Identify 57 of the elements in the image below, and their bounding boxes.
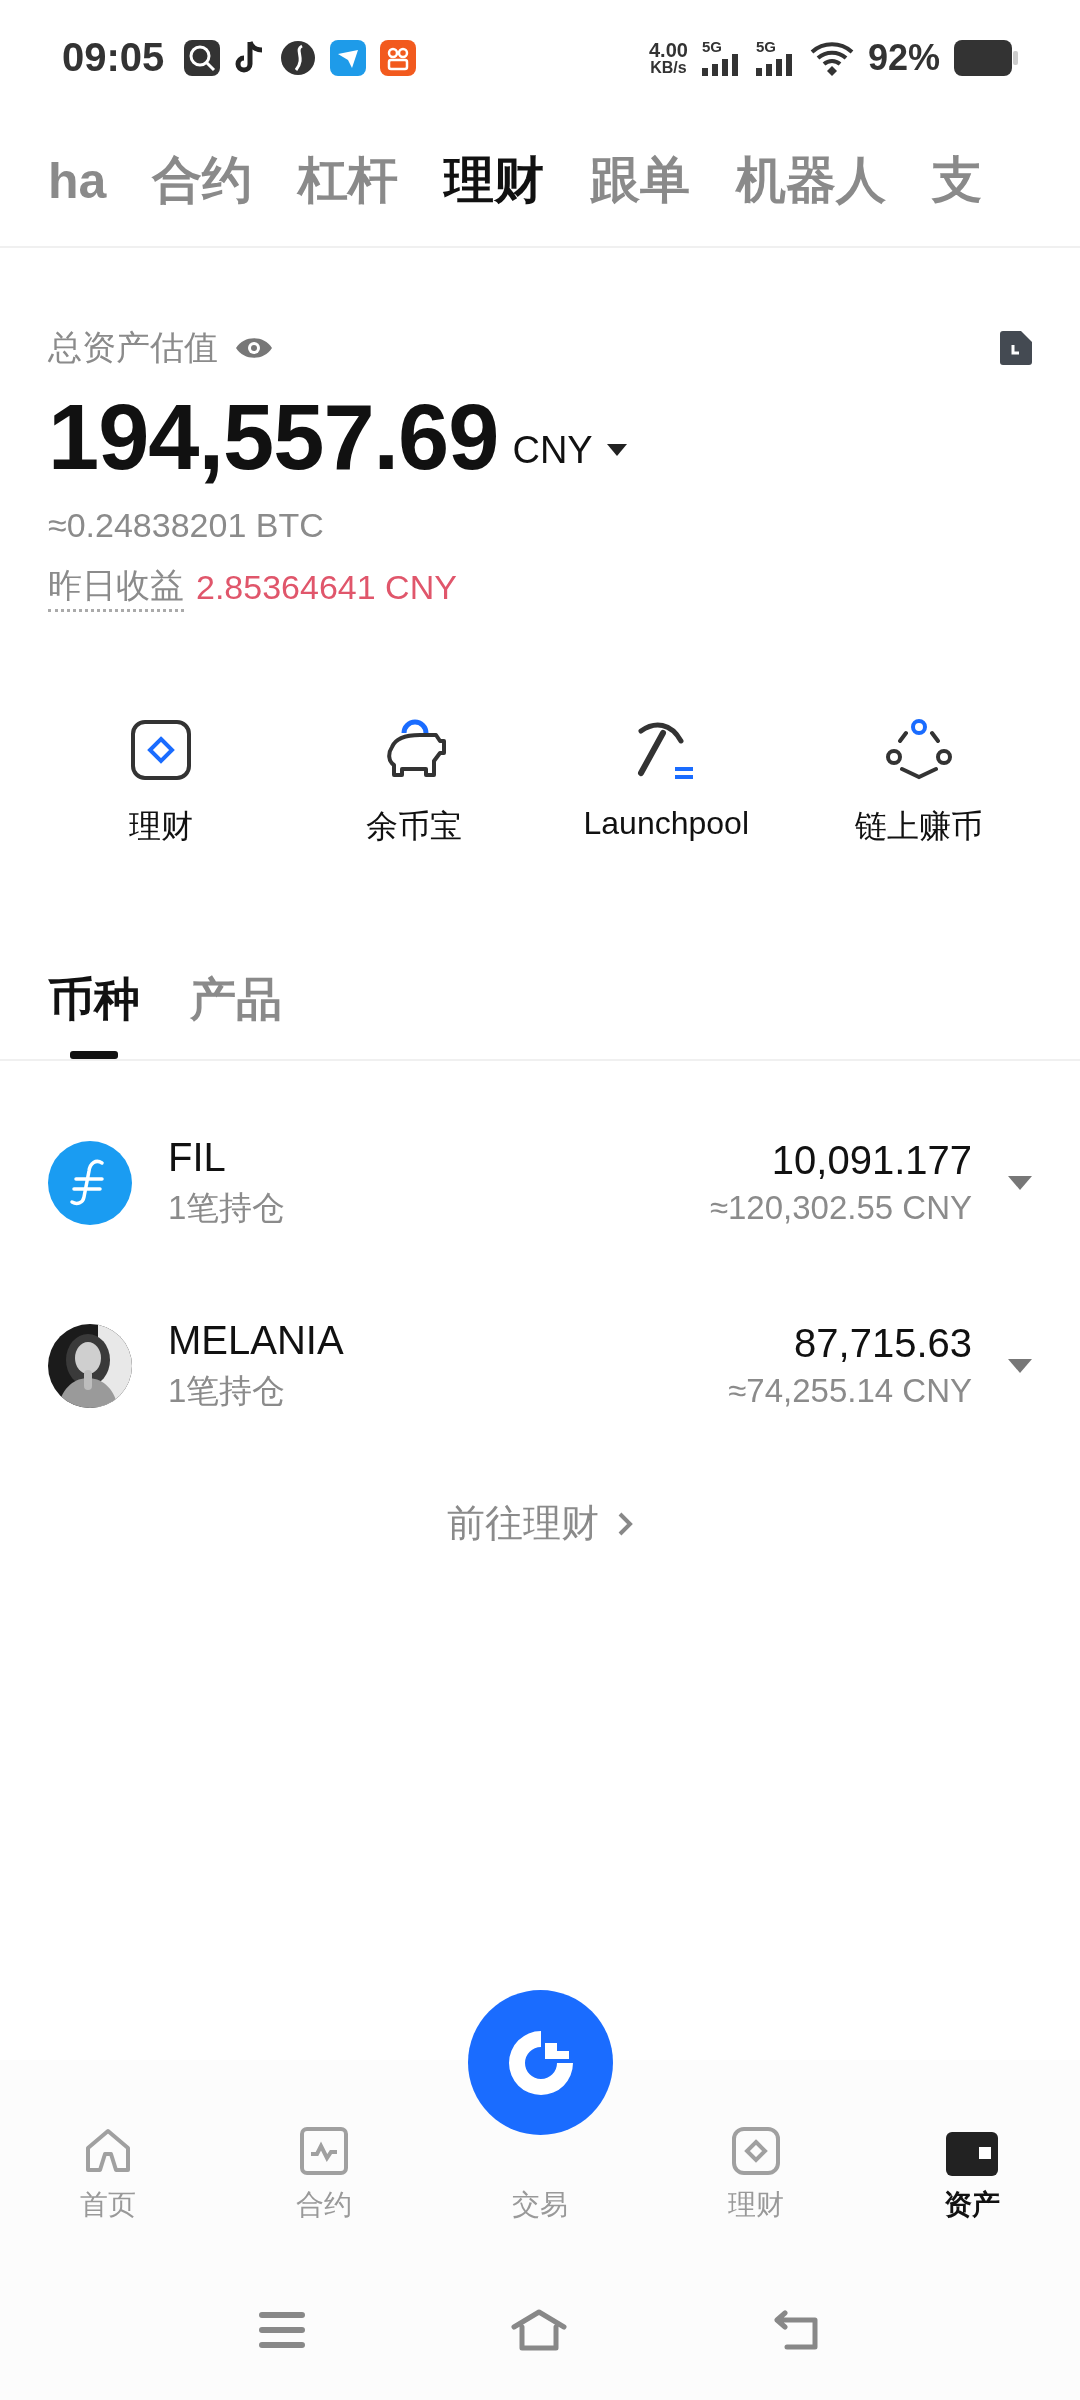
app-icon <box>184 39 221 76</box>
eye-icon[interactable] <box>234 335 274 361</box>
bottom-nav-item[interactable]: 交易 <box>432 2186 648 2224</box>
shortcut-button[interactable]: Launchpool <box>540 717 793 849</box>
coin-amount: 87,715.63 <box>794 1321 972 1366</box>
back-icon[interactable] <box>773 2310 821 2350</box>
shortcut-button[interactable]: 余币宝 <box>287 717 540 849</box>
btc-equivalent: ≈0.24838201 BTC <box>48 506 325 545</box>
bottom-nav-item[interactable]: 合约 <box>216 2060 432 2270</box>
section-tab[interactable]: 产品 <box>190 969 282 1059</box>
wifi-icon <box>809 39 854 76</box>
tab-indicator <box>70 1051 118 1059</box>
app-icon <box>280 39 317 76</box>
app-icon <box>380 39 417 76</box>
coin-value: ≈120,302.55 CNY <box>709 1189 972 1227</box>
coin-name: FIL <box>168 1134 226 1180</box>
status-time: 09:05 <box>62 35 165 80</box>
chevron-right-icon <box>617 1510 633 1537</box>
battery-icon <box>954 39 1018 76</box>
nav-tab[interactable]: 支 <box>932 147 983 214</box>
section-tab[interactable]: 币种 <box>48 969 140 1059</box>
go-to-finance-link[interactable]: 前往理财 <box>441 1497 639 1550</box>
nav-tab[interactable]: 机器人 <box>736 147 887 214</box>
total-assets-value: 194,557.69 <box>48 385 499 490</box>
history-icon[interactable] <box>1000 331 1032 365</box>
nav-tab[interactable]: 跟单 <box>590 147 691 214</box>
app-icon <box>330 39 367 76</box>
position-count: 1笔持仓 <box>168 1187 286 1228</box>
wallet-icon <box>946 2132 998 2176</box>
diamond-card-icon <box>731 2126 781 2176</box>
bottom-nav-item[interactable]: 首页 <box>0 2060 216 2270</box>
shortcut-button[interactable]: 理财 <box>35 717 288 849</box>
caret-icon[interactable] <box>606 443 627 456</box>
coin-icon <box>48 1140 132 1225</box>
shortcut-button[interactable]: 链上赚币 <box>792 717 1045 849</box>
nav-tab[interactable]: 理财 <box>444 147 545 214</box>
menu-icon[interactable] <box>259 2311 305 2349</box>
home-icon[interactable] <box>510 2309 568 2351</box>
coin-value: ≈74,255.14 CNY <box>728 1372 972 1410</box>
chart-card-icon <box>299 2126 349 2176</box>
network-speed: 4.00 <box>649 39 688 60</box>
position-count: 1笔持仓 <box>168 1370 286 1411</box>
bottom-nav-item[interactable]: 理财 <box>648 2060 864 2270</box>
network-speed-unit: KB/s <box>650 59 687 76</box>
network-type: 5G <box>755 39 776 54</box>
nav-tab[interactable]: 杠杆 <box>298 147 399 214</box>
nav-tab[interactable]: ha <box>48 151 107 210</box>
coin-amount: 10,091.177 <box>771 1138 972 1183</box>
nav-tab[interactable]: 合约 <box>152 147 253 214</box>
battery-level: 92% <box>867 36 940 79</box>
bottom-nav-item[interactable]: 资产 <box>864 2060 1080 2270</box>
yesterday-earnings-label: 昨日收益 <box>48 563 184 612</box>
currency-label: CNY <box>512 429 593 472</box>
coin-name: MELANIA <box>168 1317 344 1363</box>
yesterday-earnings-value: 2.85364641 CNY <box>196 568 457 607</box>
network-type: 5G <box>701 39 722 54</box>
total-assets-label: 总资产估值 <box>48 327 218 368</box>
